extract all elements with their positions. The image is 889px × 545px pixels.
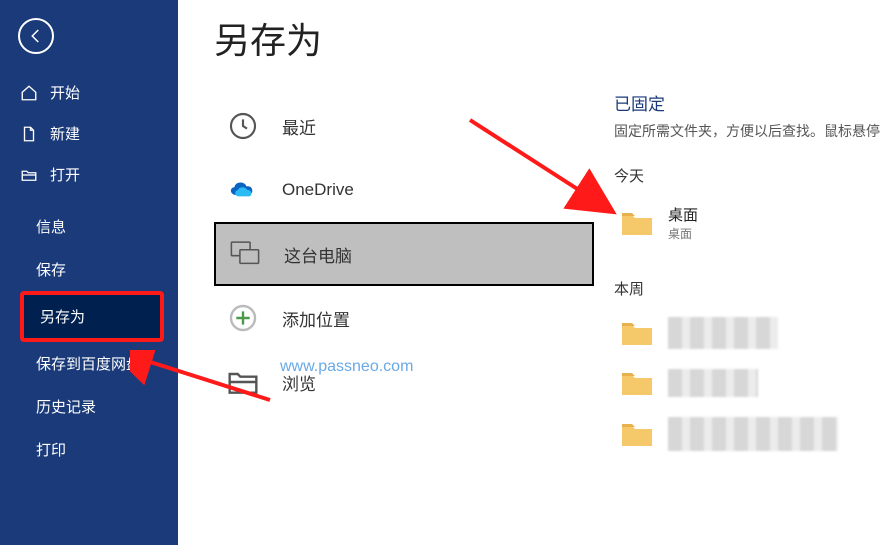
group-week: 本周	[614, 278, 889, 299]
folder-open-icon	[20, 166, 38, 184]
location-add[interactable]: 添加位置	[214, 286, 594, 350]
arrow-left-icon	[27, 27, 45, 45]
sidebar-item-save[interactable]: 保存	[0, 248, 178, 291]
annotation-highlight-saveas: 另存为	[20, 291, 164, 342]
main-content: 另存为 最近 OneDrive	[178, 0, 889, 545]
this-pc-icon	[228, 237, 262, 271]
sidebar-item-label: 打印	[36, 439, 66, 460]
sidebar-item-baidu[interactable]: 保存到百度网盘	[0, 342, 178, 385]
browse-icon	[226, 365, 260, 399]
location-this-pc[interactable]: 这台电脑	[214, 222, 594, 286]
sidebar-item-saveas[interactable]: 另存为	[24, 295, 160, 338]
sidebar-item-label: 新建	[50, 123, 80, 144]
file-icon	[20, 125, 38, 143]
sidebar-item-new[interactable]: 新建	[0, 113, 178, 154]
pinned-subtitle: 固定所需文件夹，方便以后查找。鼠标悬停	[614, 121, 889, 141]
sidebar-item-open[interactable]: 打开	[0, 154, 178, 195]
location-label: 最近	[282, 114, 316, 139]
sidebar-item-label: 另存为	[40, 306, 85, 327]
group-today: 今天	[614, 165, 889, 186]
folder-item-blurred[interactable]	[614, 307, 889, 359]
sidebar-item-print[interactable]: 打印	[0, 428, 178, 471]
sidebar-item-label: 开始	[50, 82, 80, 103]
page-title: 另存为	[214, 12, 594, 64]
folder-icon	[620, 319, 654, 347]
sidebar-item-info[interactable]: 信息	[0, 205, 178, 248]
folder-icon	[620, 420, 654, 448]
location-label: 这台电脑	[284, 242, 352, 267]
location-list: 最近 OneDrive 这台电脑	[214, 94, 594, 414]
home-icon	[20, 84, 38, 102]
add-location-icon	[226, 301, 260, 335]
sidebar-item-label: 历史记录	[36, 396, 96, 417]
folder-icon	[620, 209, 654, 237]
clock-icon	[226, 109, 260, 143]
folder-item-blurred[interactable]	[614, 407, 889, 461]
location-label: 浏览	[282, 370, 316, 395]
sidebar-item-label: 保存	[36, 259, 66, 280]
folder-path: 桌面	[668, 225, 698, 242]
folder-name: 桌面	[668, 204, 698, 225]
folder-icon	[620, 369, 654, 397]
folder-item-desktop[interactable]: 桌面 桌面	[614, 194, 889, 252]
back-button[interactable]	[18, 18, 54, 54]
blurred-text	[668, 417, 838, 451]
sidebar-item-label: 保存到百度网盘	[36, 353, 141, 374]
sidebar-item-label: 打开	[50, 164, 80, 185]
blurred-text	[668, 369, 758, 397]
pinned-title: 已固定	[614, 90, 889, 115]
location-recent[interactable]: 最近	[214, 94, 594, 158]
sidebar-item-history[interactable]: 历史记录	[0, 385, 178, 428]
location-onedrive[interactable]: OneDrive	[214, 158, 594, 222]
sidebar-item-home[interactable]: 开始	[0, 72, 178, 113]
sidebar: 开始 新建 打开 信息 保存 另存为 保存到百度网盘	[0, 0, 178, 545]
blurred-text	[668, 317, 778, 349]
onedrive-icon	[226, 173, 260, 207]
folder-item-blurred[interactable]	[614, 359, 889, 407]
location-label: 添加位置	[282, 306, 350, 331]
location-browse[interactable]: 浏览	[214, 350, 594, 414]
location-label: OneDrive	[282, 180, 354, 200]
sidebar-item-label: 信息	[36, 216, 66, 237]
